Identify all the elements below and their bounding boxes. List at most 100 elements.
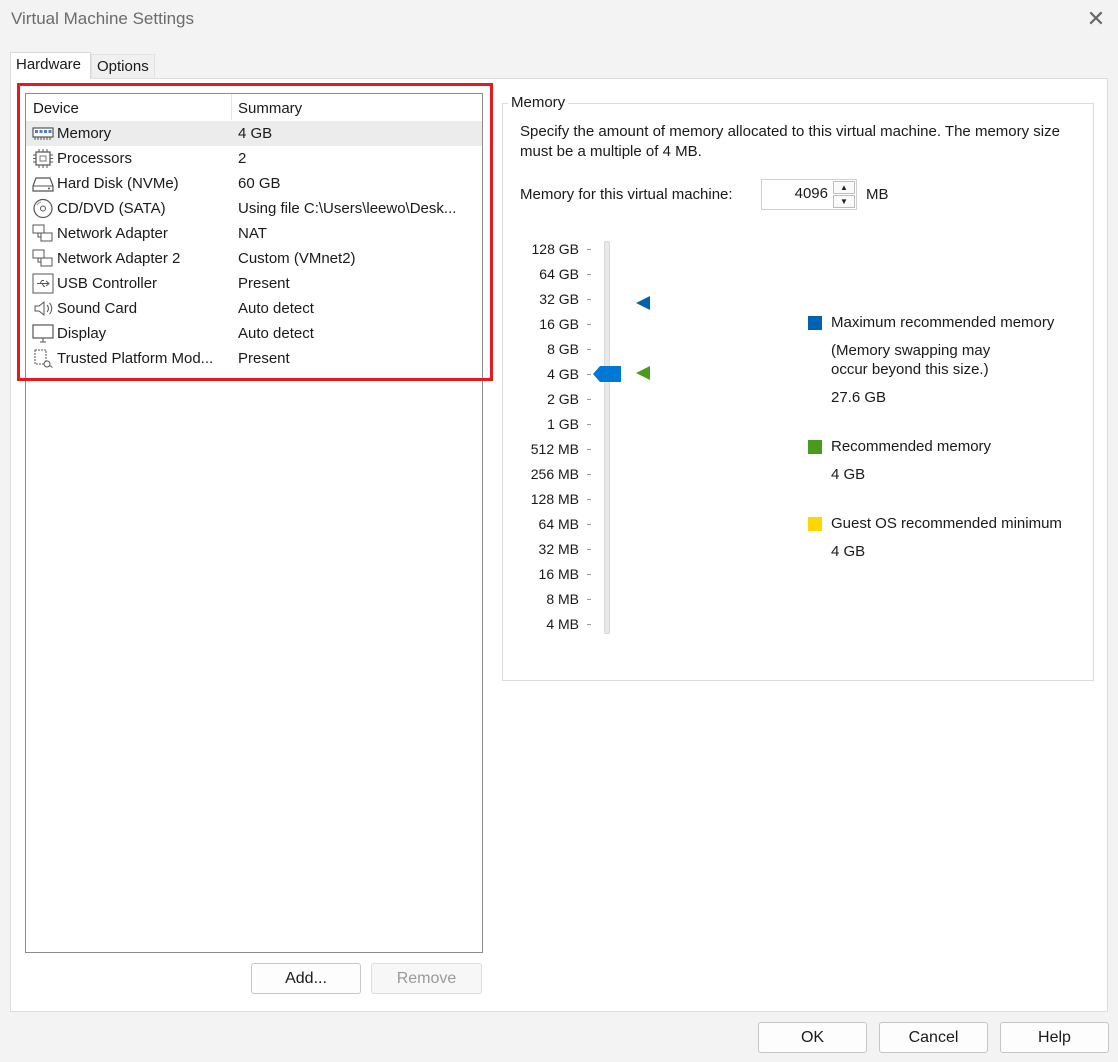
max-recommended-marker	[636, 296, 650, 310]
device-name: Display	[57, 325, 107, 342]
device-row-usb-controller[interactable]: USB Controller Present	[26, 271, 482, 296]
scale-tick-label: 512 MB	[530, 441, 579, 457]
scale-tick-mark	[587, 499, 591, 500]
device-summary: Present	[238, 275, 290, 292]
window-title: Virtual Machine Settings	[11, 9, 195, 28]
scale-tick-label: 16 GB	[539, 316, 579, 332]
device-row-network-adapter[interactable]: Network Adapter NAT	[26, 221, 482, 246]
scale-tick-mark	[587, 474, 591, 475]
device-summary: Auto detect	[238, 300, 314, 317]
scale-tick-label: 32 MB	[538, 541, 579, 557]
scale-tick-mark	[587, 624, 591, 625]
recommended-swatch	[808, 440, 822, 454]
device-name: Hard Disk (NVMe)	[57, 175, 179, 192]
memory-description: Specify the amount of memory allocated t…	[520, 123, 1060, 160]
scale-tick-label: 8 MB	[546, 591, 579, 607]
scale-tick-label: 64 MB	[538, 516, 579, 532]
scale-tick-label: 1 GB	[547, 416, 579, 432]
memory-slider-track[interactable]	[604, 241, 610, 634]
device-name: Network Adapter 2	[57, 250, 181, 267]
device-name: Network Adapter	[57, 225, 168, 242]
max-recommended-note: (Memory swapping may	[831, 342, 991, 359]
scale-tick-mark	[587, 349, 591, 350]
cd-dvd-icon	[33, 198, 53, 219]
scale-tick-label: 4 MB	[546, 616, 579, 632]
device-row-display[interactable]: Display Auto detect	[26, 321, 482, 346]
scale-tick-mark	[587, 249, 591, 250]
device-list[interactable]: Device Summary Memory 4 GB Processors 2 …	[25, 93, 483, 953]
network-adapter-icon	[32, 224, 53, 242]
device-name: Processors	[57, 150, 133, 167]
scale-tick-mark	[587, 374, 591, 375]
device-row-processors[interactable]: Processors 2	[26, 146, 482, 171]
scale-tick-label: 2 GB	[547, 391, 579, 407]
scale-tick-label: 32 GB	[539, 291, 579, 307]
scale-tick-mark	[587, 299, 591, 300]
recommended-value: 4 GB	[831, 466, 866, 483]
device-name: Trusted Platform Mod...	[57, 350, 214, 367]
hard-disk-icon	[32, 177, 54, 192]
recommended-label: Recommended memory	[831, 438, 992, 455]
scale-tick-mark	[587, 549, 591, 550]
device-row-sound-card[interactable]: Sound Card Auto detect	[26, 296, 482, 321]
add-button[interactable]: Add...	[251, 963, 361, 994]
memory-slider-thumb[interactable]	[593, 366, 621, 382]
scale-tick-label: 8 GB	[547, 341, 579, 357]
ok-button[interactable]: OK	[758, 1022, 867, 1053]
processor-icon	[33, 149, 53, 168]
usb-icon	[32, 273, 54, 294]
guest-min-value: 4 GB	[831, 543, 866, 560]
max-recommended-label: Maximum recommended memory	[831, 314, 1055, 331]
scale-tick-mark	[587, 574, 591, 575]
cancel-button[interactable]: Cancel	[879, 1022, 988, 1053]
device-name: CD/DVD (SATA)	[57, 200, 166, 217]
memory-spinbox[interactable]: 4096 ▲ ▼	[761, 179, 857, 210]
column-header-summary[interactable]: Summary	[238, 100, 302, 117]
scale-tick-label: 128 MB	[530, 491, 579, 507]
device-summary: 2	[238, 150, 247, 167]
scale-tick-label: 256 MB	[530, 466, 579, 482]
device-summary: Auto detect	[238, 325, 314, 342]
device-summary: Using file C:\Users\leewo\Desk...	[238, 200, 457, 217]
max-recommended-value: 27.6 GB	[831, 389, 887, 406]
max-recommended-note: occur beyond this size.)	[831, 361, 989, 378]
scale-tick-mark	[587, 399, 591, 400]
monitor-icon	[32, 324, 54, 343]
remove-button[interactable]: Remove	[371, 963, 482, 994]
device-summary: NAT	[238, 225, 267, 242]
scale-tick-mark	[587, 424, 591, 425]
device-row-hard-disk[interactable]: Hard Disk (NVMe) 60 GB	[26, 171, 482, 196]
column-header-device[interactable]: Device	[33, 100, 79, 117]
device-row-cd-dvd[interactable]: CD/DVD (SATA) Using file C:\Users\leewo\…	[26, 196, 482, 221]
help-button[interactable]: Help	[1000, 1022, 1109, 1053]
close-icon[interactable]: ✕	[1083, 6, 1109, 32]
device-row-network-adapter-2[interactable]: Network Adapter 2 Custom (VMnet2)	[26, 246, 482, 271]
column-separator[interactable]	[231, 94, 232, 120]
title-bar: Virtual Machine Settings ✕	[0, 0, 1118, 40]
device-summary: Present	[238, 350, 290, 367]
memory-unit: MB	[866, 186, 889, 203]
tpm-icon	[34, 349, 53, 368]
scale-tick-mark	[587, 524, 591, 525]
scale-tick-mark	[587, 599, 591, 600]
memory-input[interactable]: 4096	[762, 185, 828, 202]
scale-tick-mark	[587, 449, 591, 450]
device-summary: Custom (VMnet2)	[238, 250, 356, 267]
speaker-icon	[34, 300, 53, 317]
spin-up-icon[interactable]: ▲	[833, 181, 855, 194]
device-name: Sound Card	[57, 300, 138, 317]
scale-tick-label: 16 MB	[538, 566, 579, 582]
scale-tick-mark	[587, 324, 591, 325]
recommended-marker	[636, 366, 650, 380]
spin-down-icon[interactable]: ▼	[833, 195, 855, 208]
device-row-memory[interactable]: Memory 4 GB	[26, 121, 482, 146]
device-summary: 60 GB	[238, 175, 281, 192]
memory-icon	[32, 127, 54, 140]
device-row-tpm[interactable]: Trusted Platform Mod... Present	[26, 346, 482, 371]
tab-options[interactable]: Options	[91, 54, 155, 78]
device-list-header: Device Summary	[26, 94, 482, 121]
scale-tick-label: 4 GB	[547, 366, 579, 382]
tab-hardware[interactable]: Hardware	[10, 52, 91, 79]
guest-min-swatch	[808, 517, 822, 531]
guest-min-label: Guest OS recommended minimum	[831, 515, 1062, 532]
